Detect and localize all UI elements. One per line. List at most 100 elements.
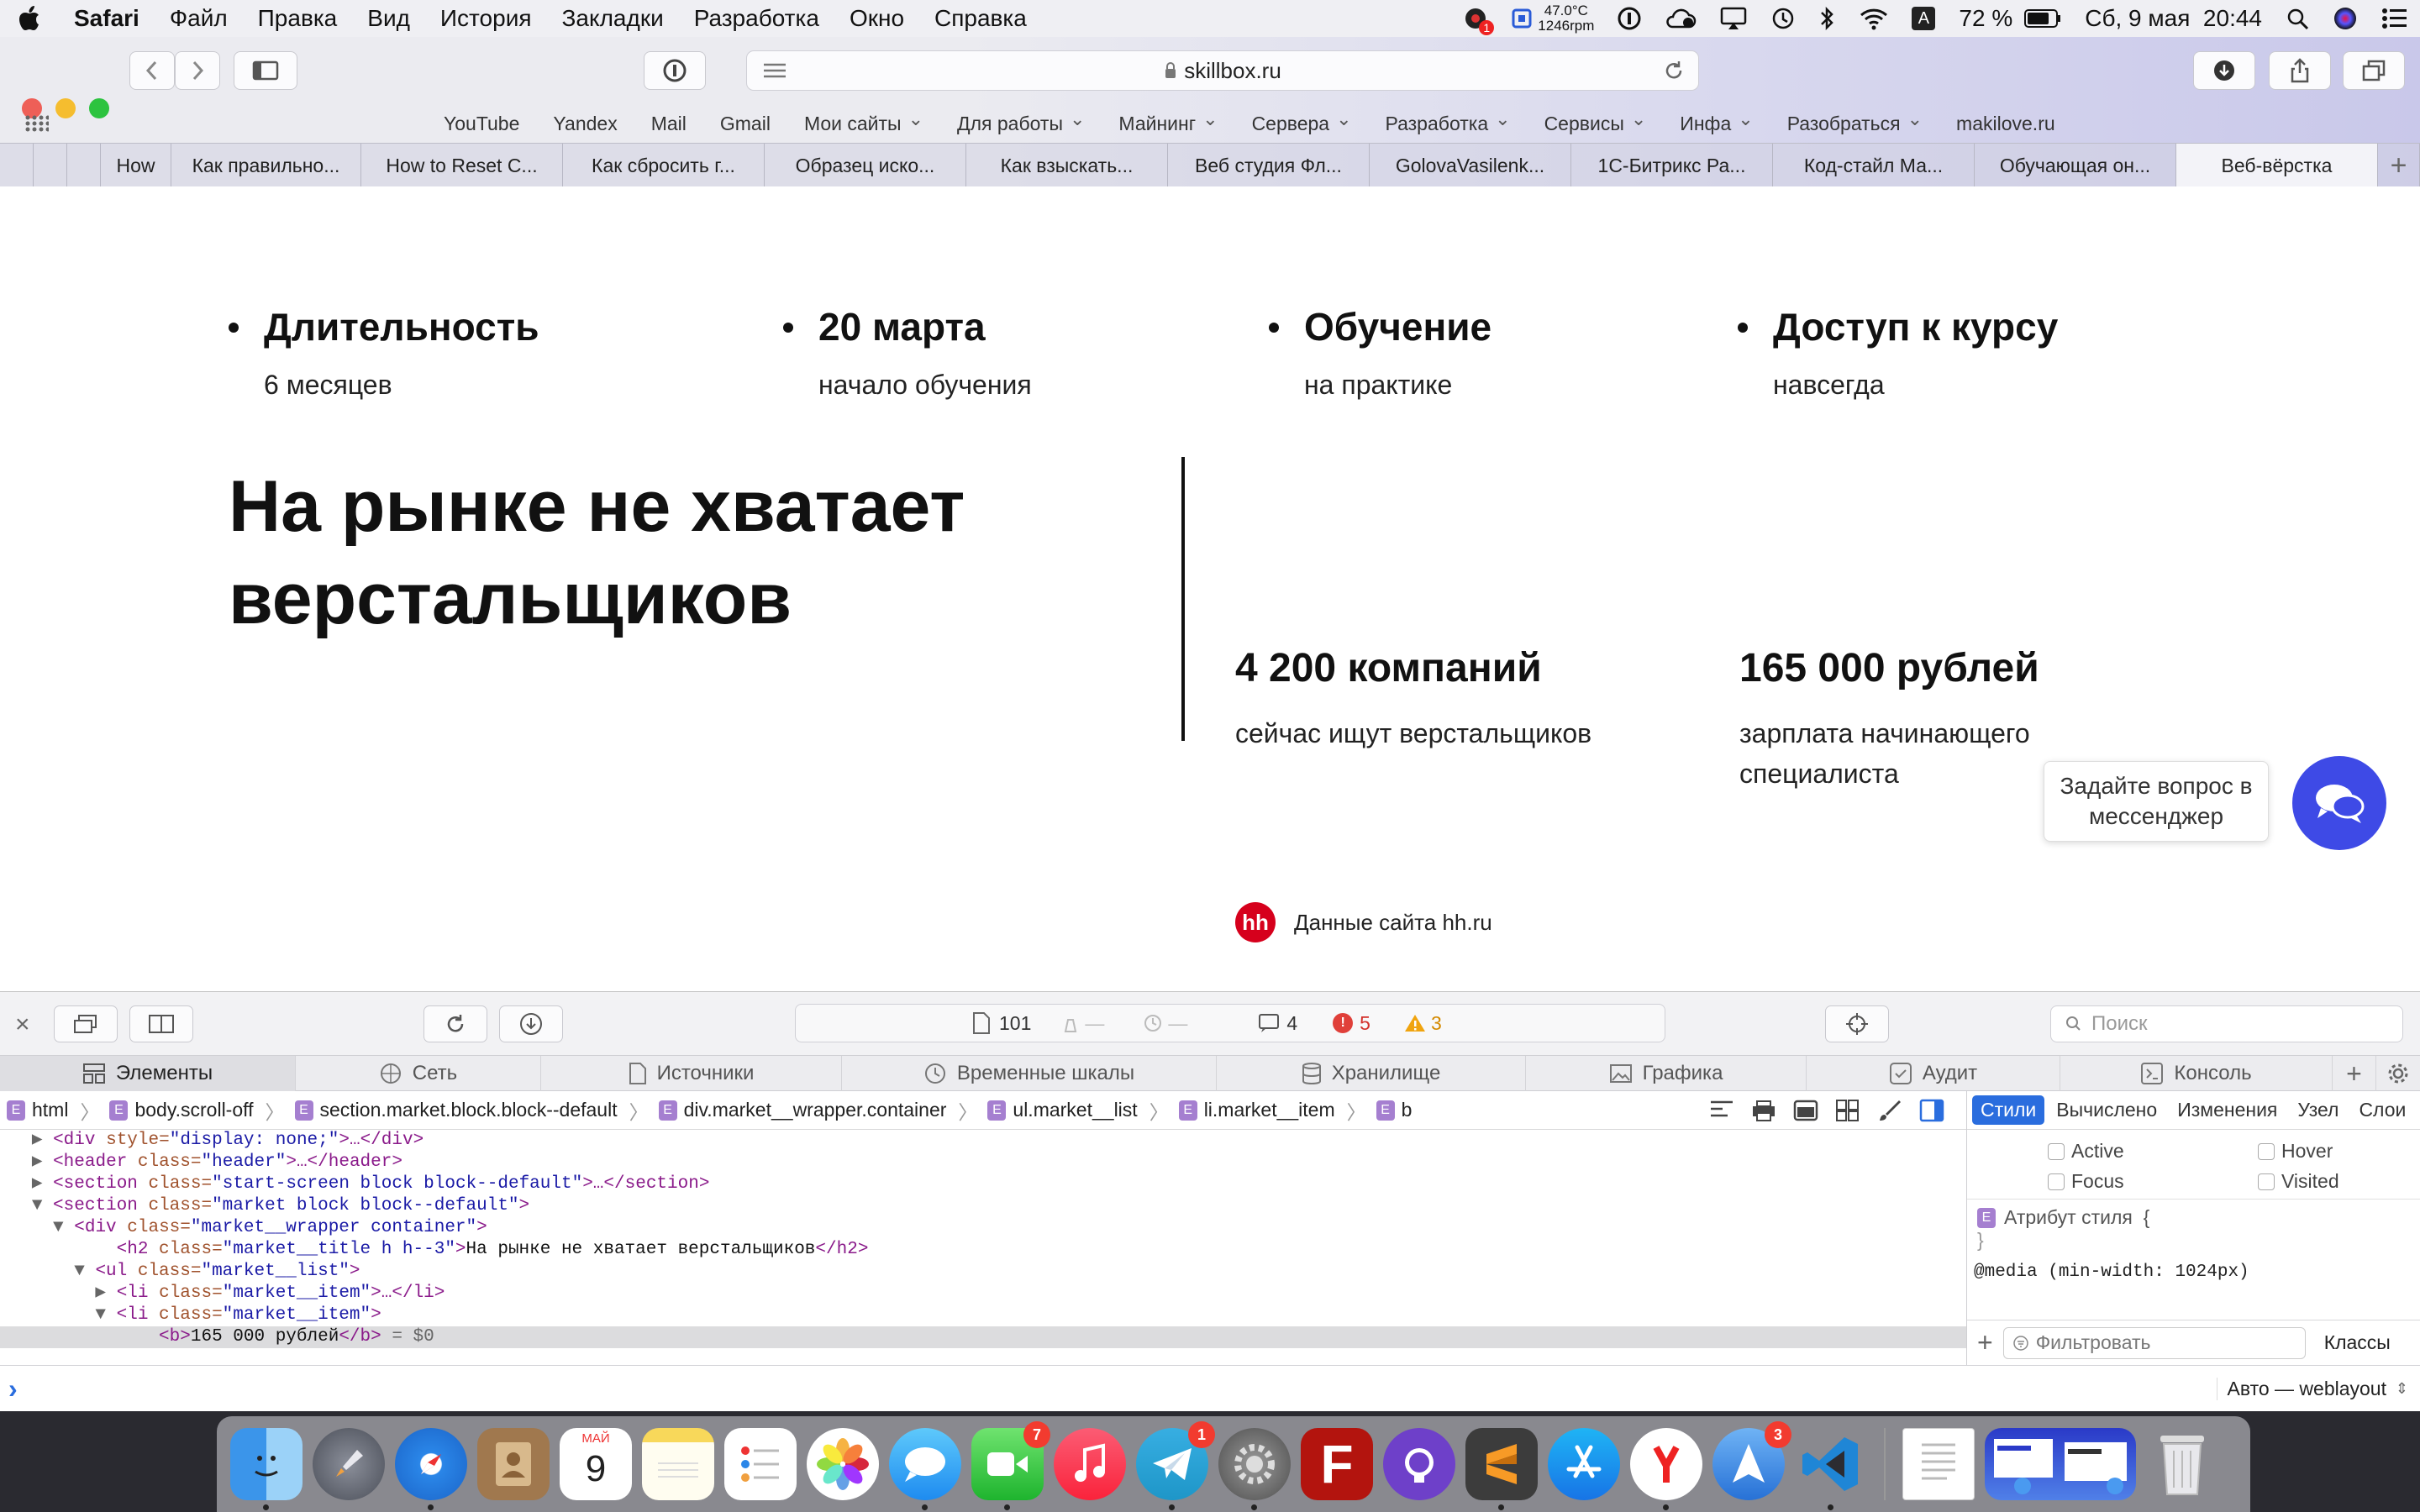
dom-node-row[interactable]: ▼ <div class="market__wrapper container"… [0,1217,1966,1239]
console-prompt-bar[interactable]: › Авто — weblayout ⇕ [0,1365,2420,1412]
app-menu-safari[interactable]: Safari [59,5,155,32]
favorite-item[interactable]: Разработка ⌄ [1386,108,1511,135]
dock-side-button[interactable] [129,1005,193,1042]
reminders-icon[interactable] [724,1428,797,1500]
dark-mode-icon[interactable] [1793,1099,1818,1122]
new-tab-button[interactable]: + [2378,144,2420,187]
app-store-icon[interactable] [1548,1428,1620,1500]
calendar-icon[interactable]: МАЙ 9 [560,1428,632,1500]
tab-pinned-2[interactable] [34,144,67,187]
favorite-item[interactable]: YouTube [444,113,519,135]
tab-5[interactable]: Как взыскать... [966,144,1168,187]
menu-develop[interactable]: Разработка [679,5,834,32]
tab-pinned-1[interactable] [0,144,34,187]
add-tab-button[interactable]: + [2333,1056,2376,1091]
warning-count[interactable]: 3 [1431,1012,1442,1035]
tab-8[interactable]: 1С-Битрикс Ра... [1571,144,1773,187]
breadcrumb-item[interactable]: Eb [1376,1099,1412,1121]
disclosure-triangle-icon[interactable]: ▶ [32,1131,43,1150]
disclosure-triangle-icon[interactable]: ▼ [74,1262,85,1281]
dom-node-row[interactable]: ▶ <li class="market__item">…</li> [0,1283,1966,1305]
sidebar-tab-layers[interactable]: Слои [2350,1095,2414,1125]
tab-0[interactable]: How [101,144,171,187]
messages-icon[interactable] [889,1428,961,1510]
favorite-item[interactable]: Инфа ⌄ [1680,108,1753,135]
favorite-item[interactable]: Yandex [553,113,617,135]
music-icon[interactable] [1054,1428,1126,1500]
tab-network[interactable]: Сеть [296,1056,541,1091]
favorite-item[interactable]: Сервисы ⌄ [1544,108,1647,135]
layout-overlay-icon[interactable] [1709,1099,1734,1122]
recent-screenshots-stack[interactable] [1985,1428,2136,1500]
menu-history[interactable]: История [425,5,547,32]
tab-10[interactable]: Обучающая он... [1975,144,2176,187]
download-archive-button[interactable] [499,1005,563,1042]
tab-elements[interactable]: Элементы [0,1056,296,1091]
password-extension-button[interactable] [644,51,706,90]
details-sidebar-icon[interactable] [1919,1099,1944,1122]
menu-window[interactable]: Окно [834,5,919,32]
onepassword-icon[interactable] [1618,7,1641,30]
resource-count[interactable]: 101 [999,1012,1031,1035]
launchpad-icon[interactable] [313,1428,385,1500]
sidebar-tab-changes[interactable]: Изменения [2169,1095,2286,1125]
breadcrumb-item[interactable]: Ebody.scroll-off [109,1099,254,1121]
disclosure-triangle-icon[interactable] [95,1240,106,1259]
tab-11-active[interactable]: Веб-вёрстка [2176,144,2378,187]
print-icon[interactable] [1751,1099,1776,1122]
reader-icon[interactable] [762,61,787,80]
downloads-stack-icon[interactable] [1902,1428,1975,1500]
notification-center-icon[interactable] [2381,8,2408,29]
breadcrumb-item[interactable]: Ehtml [7,1099,68,1121]
chat-button[interactable] [2292,756,2386,850]
inspector-search-input[interactable]: Поиск [2050,1005,2403,1042]
trash-icon[interactable] [2146,1428,2218,1500]
detach-inspector-button[interactable] [54,1005,118,1042]
photos-icon[interactable] [807,1428,879,1500]
error-count[interactable]: 5 [1360,1012,1370,1035]
dom-node-row[interactable]: ▼ <li class="market__item"> [0,1305,1966,1326]
facetime-icon[interactable]: 7 [971,1421,1050,1510]
siri-icon[interactable] [2333,6,2358,31]
favorite-item[interactable]: Gmail [720,113,771,135]
inspector-settings-button[interactable] [2376,1056,2420,1091]
dom-node-row[interactable]: <h2 class="market__title h h--3">На рынк… [0,1239,1966,1261]
tab-3[interactable]: Как сбросить г... [563,144,765,187]
add-rule-button[interactable]: + [1977,1327,1993,1358]
favorite-item[interactable]: Мои сайты ⌄ [804,108,923,135]
sublime-text-icon[interactable] [1465,1428,1538,1510]
pseudo-active-checkbox[interactable]: Active [2048,1140,2124,1163]
sidebar-tab-computed[interactable]: Вычислено [2048,1095,2165,1125]
address-bar[interactable]: skillbox.ru [746,50,1699,91]
disclosure-triangle-icon[interactable]: ▼ [53,1218,64,1237]
tab-sources[interactable]: Источники [541,1056,842,1091]
favorite-item[interactable]: Майнинг ⌄ [1118,108,1218,135]
disclosure-triangle-icon[interactable]: ▼ [32,1196,43,1215]
cloud-sync-icon[interactable] [1665,7,1697,30]
disclosure-triangle-icon[interactable]: ▼ [95,1305,106,1325]
breadcrumb-item[interactable]: Esection.market.block.block--default [294,1099,618,1121]
sidebar-tab-node[interactable]: Узел [2289,1095,2347,1125]
log-count[interactable]: 4 [1286,1012,1297,1035]
style-attribute-rule[interactable]: E Атрибут стиля { } [1967,1199,2420,1266]
sidebar-tab-styles[interactable]: Стили [1972,1095,2045,1125]
dom-node-row[interactable]: ▶ <header class="header">…</header> [0,1152,1966,1173]
notes-icon[interactable] [642,1428,714,1500]
pseudo-visited-checkbox[interactable]: Visited [2258,1170,2339,1193]
clock-datetime[interactable]: Сб, 9 мая 20:44 [2085,5,2262,32]
disclosure-triangle-icon[interactable] [138,1327,149,1347]
element-picker-button[interactable] [1825,1005,1889,1042]
dom-node-row[interactable]: ▼ <ul class="market__list"> [0,1261,1966,1283]
console-context-select[interactable]: Авто — weblayout [2216,1378,2386,1400]
tab-timelines[interactable]: Временные шкалы [842,1056,1217,1091]
tab-pinned-3[interactable] [67,144,101,187]
dom-node-row[interactable]: ▶ <section class="start-screen block blo… [0,1173,1966,1195]
pseudo-hover-checkbox[interactable]: Hover [2258,1140,2333,1163]
yandex-browser-icon[interactable] [1630,1428,1702,1510]
breadcrumb-item[interactable]: Ediv.market__wrapper.container [658,1099,946,1121]
tab-storage[interactable]: Хранилище [1217,1056,1526,1091]
downloads-button[interactable] [2193,51,2255,90]
forward-button[interactable] [175,51,220,90]
close-inspector-icon[interactable]: × [15,1011,30,1039]
tab-console[interactable]: Консоль [2060,1056,2333,1091]
